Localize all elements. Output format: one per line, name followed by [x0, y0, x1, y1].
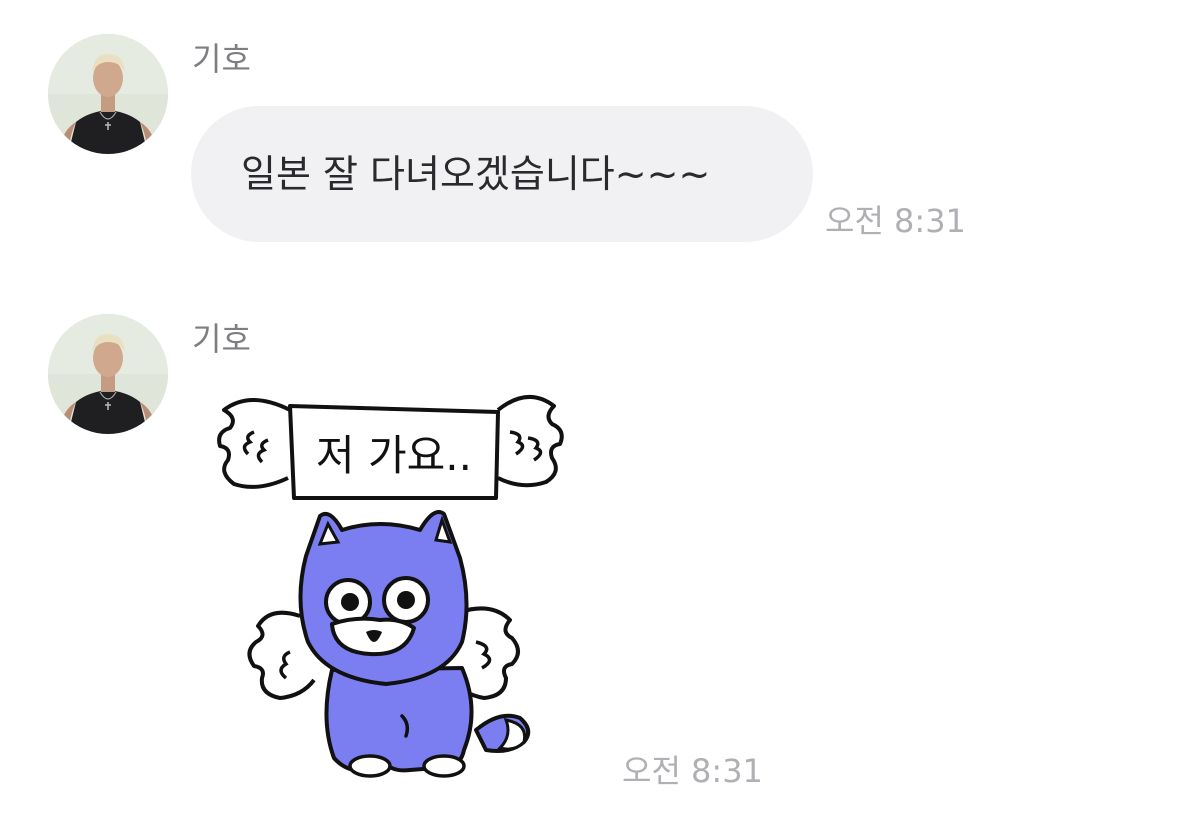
winged-blue-fox-sticker-icon: 저 가요..	[217, 394, 564, 778]
sender-avatar[interactable]	[48, 314, 168, 434]
message-timestamp: 오전 8:31	[622, 752, 763, 790]
sender-name: 기호	[192, 320, 251, 358]
sticker-message[interactable]: 저 가요..	[210, 380, 570, 780]
message-group-2: 기호 저 가요.. 오전 8:31	[0, 0, 1200, 839]
avatar-photo-icon	[48, 314, 168, 434]
sticker-sign-text: 저 가요..	[316, 431, 472, 480]
